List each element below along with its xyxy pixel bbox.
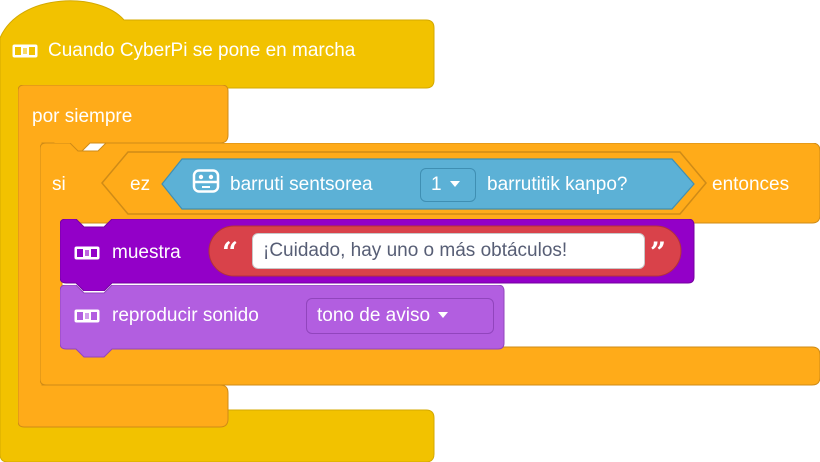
ultrasonic-sensor-icon [192, 169, 220, 193]
sensor-label-before: barruti sentsorea [230, 174, 373, 195]
sound-dropdown[interactable]: tono de aviso [306, 298, 494, 334]
sensor-label-after: barrutitik kanpo? [487, 174, 628, 195]
dropdown-arrow-icon [438, 311, 449, 318]
message-text-field[interactable]: ¡Cuidado, hay uno o más obtáculos! [252, 233, 645, 269]
cyberpi-icon [12, 44, 38, 58]
hat-block-label: Cuando CyberPi se pone en marcha [48, 40, 356, 61]
port-dropdown[interactable]: 1 [420, 168, 476, 202]
forever-block-label: por siempre [32, 106, 133, 127]
sound-value: tono de aviso [317, 305, 431, 326]
dropdown-arrow-icon [449, 180, 460, 187]
port-value: 1 [431, 174, 442, 195]
if-label: si [52, 174, 66, 195]
show-block-label: muestra [112, 242, 181, 263]
cyberpi-icon [74, 309, 100, 323]
open-quote-icon: “ [222, 236, 239, 269]
not-label: ez [130, 174, 151, 195]
sound-block-label: reproducir sonido [112, 305, 259, 326]
then-label: entonces [712, 174, 790, 195]
cyberpi-icon [74, 246, 100, 260]
close-quote-icon: ” [650, 236, 667, 269]
